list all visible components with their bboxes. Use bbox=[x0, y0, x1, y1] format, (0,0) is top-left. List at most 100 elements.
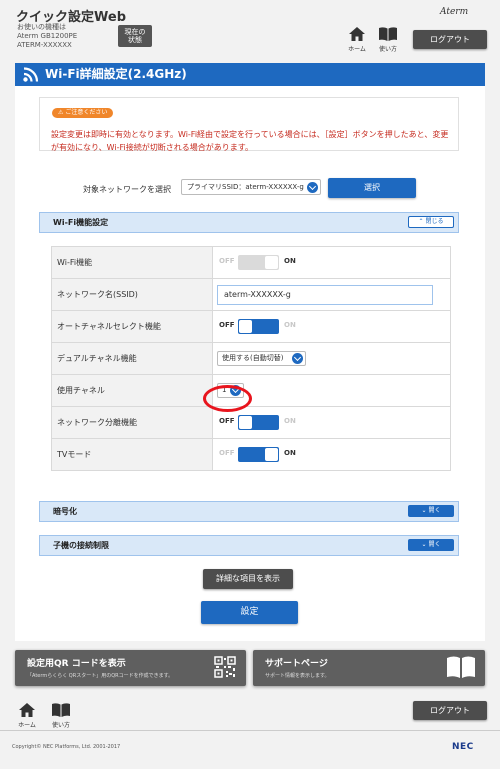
switch-knob bbox=[239, 320, 252, 333]
table-row: ネットワーク名(SSID) aterm-XXXXXX-g bbox=[51, 278, 451, 311]
highlight-ring bbox=[203, 385, 252, 412]
home-icon bbox=[349, 27, 365, 41]
row-label-tv-mode: TVモード bbox=[51, 438, 213, 471]
support-card-title: サポートページ bbox=[265, 659, 328, 669]
row-value: 使用する(自動切替) bbox=[212, 342, 451, 375]
network-isolation-switch[interactable]: OFF ON bbox=[217, 415, 305, 430]
row-value: OFF ON bbox=[212, 246, 451, 279]
wifi-settings-section-title: Wi-Fi機能設定 bbox=[53, 218, 109, 227]
expand-button[interactable]: ⌄ 開く bbox=[408, 539, 454, 551]
book-icon bbox=[52, 703, 70, 717]
switch-on-label: ON bbox=[284, 321, 296, 329]
row-label-wifi-function: Wi-Fi機能 bbox=[51, 246, 213, 279]
support-page-card[interactable]: サポートページ サポート情報を表示します。 bbox=[253, 650, 485, 686]
qr-card-title: 設定用QR コードを表示 bbox=[27, 659, 126, 669]
support-card-subtitle: サポート情報を表示します。 bbox=[265, 673, 330, 679]
home-nav-bottom[interactable]: ホーム bbox=[16, 703, 38, 729]
qr-code-icon bbox=[214, 656, 236, 678]
notice-badge: ⚠ ご注意ください bbox=[52, 108, 114, 118]
row-label-ssid: ネットワーク名(SSID) bbox=[51, 278, 213, 311]
home-nav[interactable]: ホーム bbox=[346, 27, 368, 53]
nec-logo: NEC bbox=[452, 742, 474, 752]
wifi-settings-table: Wi-Fi機能 OFF ON ネットワーク名(SSID) aterm-XXXXX… bbox=[51, 246, 451, 471]
table-row: ネットワーク分離機能 OFF ON bbox=[51, 406, 451, 439]
row-label-dual-channel: デュアルチャネル機能 bbox=[51, 342, 213, 375]
encryption-section-header[interactable]: 暗号化 ⌄ 開く bbox=[39, 501, 459, 522]
manual-label: 使い方 bbox=[378, 46, 397, 53]
footer-divider bbox=[0, 730, 500, 731]
row-label-channel: 使用チャネル bbox=[51, 374, 213, 407]
show-details-button[interactable]: 詳細な項目を表示 bbox=[203, 569, 293, 589]
current-status-button[interactable]: 現在の 状態 bbox=[118, 25, 152, 47]
collapse-label: 閉じる bbox=[425, 218, 444, 225]
switch-on-label: ON bbox=[284, 257, 296, 265]
device-info: お使いの機種は Aterm GB1200PE ATERM-XXXXXX bbox=[17, 23, 77, 50]
expand-label: 開く bbox=[428, 541, 441, 548]
ssid-input[interactable]: aterm-XXXXXX-g bbox=[217, 284, 433, 305]
notice-text: 設定変更は即時に有効となります。Wi-Fi経由で設定を行っている場合には、［設定… bbox=[51, 130, 449, 152]
home-icon bbox=[19, 703, 35, 717]
network-select-label: 対象ネットワークを選択 bbox=[83, 185, 171, 194]
expand-button[interactable]: ⌄ 開く bbox=[408, 505, 454, 517]
switch-knob bbox=[239, 416, 252, 429]
switch-knob bbox=[265, 256, 278, 269]
manual-nav-bottom[interactable]: 使い方 bbox=[50, 703, 72, 729]
chevron-down-icon bbox=[292, 353, 303, 364]
access-control-section-title: 子機の接続制限 bbox=[53, 541, 109, 550]
select-network-button[interactable]: 選択 bbox=[328, 178, 416, 198]
apply-settings-button[interactable]: 設定 bbox=[201, 601, 298, 624]
chevron-down-icon: ⌄ bbox=[421, 541, 427, 548]
access-control-section-header[interactable]: 子機の接続制限 ⌄ 開く bbox=[39, 535, 459, 556]
switch-off-label: OFF bbox=[219, 321, 235, 329]
device-info-line: お使いの機種は bbox=[17, 23, 66, 31]
dual-channel-select[interactable]: 使用する(自動切替) bbox=[217, 351, 306, 366]
switch-on-label: ON bbox=[284, 449, 296, 457]
switch-track bbox=[238, 447, 279, 462]
notice-box: ⚠ ご注意ください 設定変更は即時に有効となります。Wi-Fi経由で設定を行って… bbox=[39, 97, 459, 152]
row-label-auto-channel: オートチャネルセレクト機能 bbox=[51, 310, 213, 343]
table-row: オートチャネルセレクト機能 OFF ON bbox=[51, 310, 451, 343]
aterm-logo: Aterm bbox=[440, 7, 469, 17]
wifi-settings-section-header[interactable]: Wi-Fi機能設定 ⌃ 閉じる bbox=[39, 212, 459, 233]
qr-card-subtitle: 「Atermらくらく QRスタート」用のQRコードを作成できます。 bbox=[27, 673, 174, 679]
book-icon bbox=[379, 27, 397, 41]
home-label: ホーム bbox=[348, 46, 366, 53]
wifi-icon bbox=[23, 67, 39, 82]
network-select[interactable]: プライマリSSID：aterm-XXXXXX-g bbox=[181, 179, 321, 195]
row-value: OFF ON bbox=[212, 438, 451, 471]
table-row: Wi-Fi機能 OFF ON bbox=[51, 246, 451, 279]
expand-label: 開く bbox=[428, 507, 441, 514]
notice-badge-label: ご注意ください bbox=[65, 109, 108, 116]
switch-knob bbox=[265, 448, 278, 461]
encryption-section-title: 暗号化 bbox=[53, 507, 77, 516]
book-icon bbox=[447, 656, 475, 678]
device-id: ATERM-XXXXXX bbox=[17, 41, 72, 49]
logout-button[interactable]: ログアウト bbox=[413, 30, 487, 49]
tv-mode-switch[interactable]: OFF ON bbox=[217, 447, 305, 462]
status-button-line2: 状態 bbox=[128, 36, 142, 44]
table-row: デュアルチャネル機能 使用する(自動切替) bbox=[51, 342, 451, 375]
switch-on-label: ON bbox=[284, 417, 296, 425]
collapse-button[interactable]: ⌃ 閉じる bbox=[408, 216, 454, 228]
chevron-up-icon: ⌃ bbox=[418, 218, 424, 225]
switch-off-label: OFF bbox=[219, 449, 235, 457]
row-value: OFF ON bbox=[212, 406, 451, 439]
auto-channel-switch[interactable]: OFF ON bbox=[217, 319, 305, 334]
home-label: ホーム bbox=[18, 722, 36, 729]
row-value: OFF ON bbox=[212, 310, 451, 343]
switch-track bbox=[238, 319, 279, 334]
status-button-line1: 現在の bbox=[124, 28, 146, 36]
switch-track bbox=[238, 415, 279, 430]
page-title: Wi-Fi詳細設定(2.4GHz) bbox=[45, 67, 187, 81]
row-label-network-isolation: ネットワーク分離機能 bbox=[51, 406, 213, 439]
logout-button-bottom[interactable]: ログアウト bbox=[413, 701, 487, 720]
manual-label: 使い方 bbox=[51, 722, 70, 729]
switch-off-label: OFF bbox=[219, 417, 235, 425]
switch-off-label: OFF bbox=[219, 257, 235, 265]
chevron-down-icon: ⌄ bbox=[421, 507, 427, 514]
main-panel: ⚠ ご注意ください 設定変更は即時に有効となります。Wi-Fi経由で設定を行って… bbox=[15, 86, 485, 641]
qr-code-card[interactable]: 設定用QR コードを表示 「Atermらくらく QRスタート」用のQRコードを作… bbox=[15, 650, 246, 686]
manual-nav[interactable]: 使い方 bbox=[377, 27, 399, 53]
wifi-function-switch[interactable]: OFF ON bbox=[217, 255, 305, 270]
page-title-bar: Wi-Fi詳細設定(2.4GHz) bbox=[15, 63, 485, 86]
